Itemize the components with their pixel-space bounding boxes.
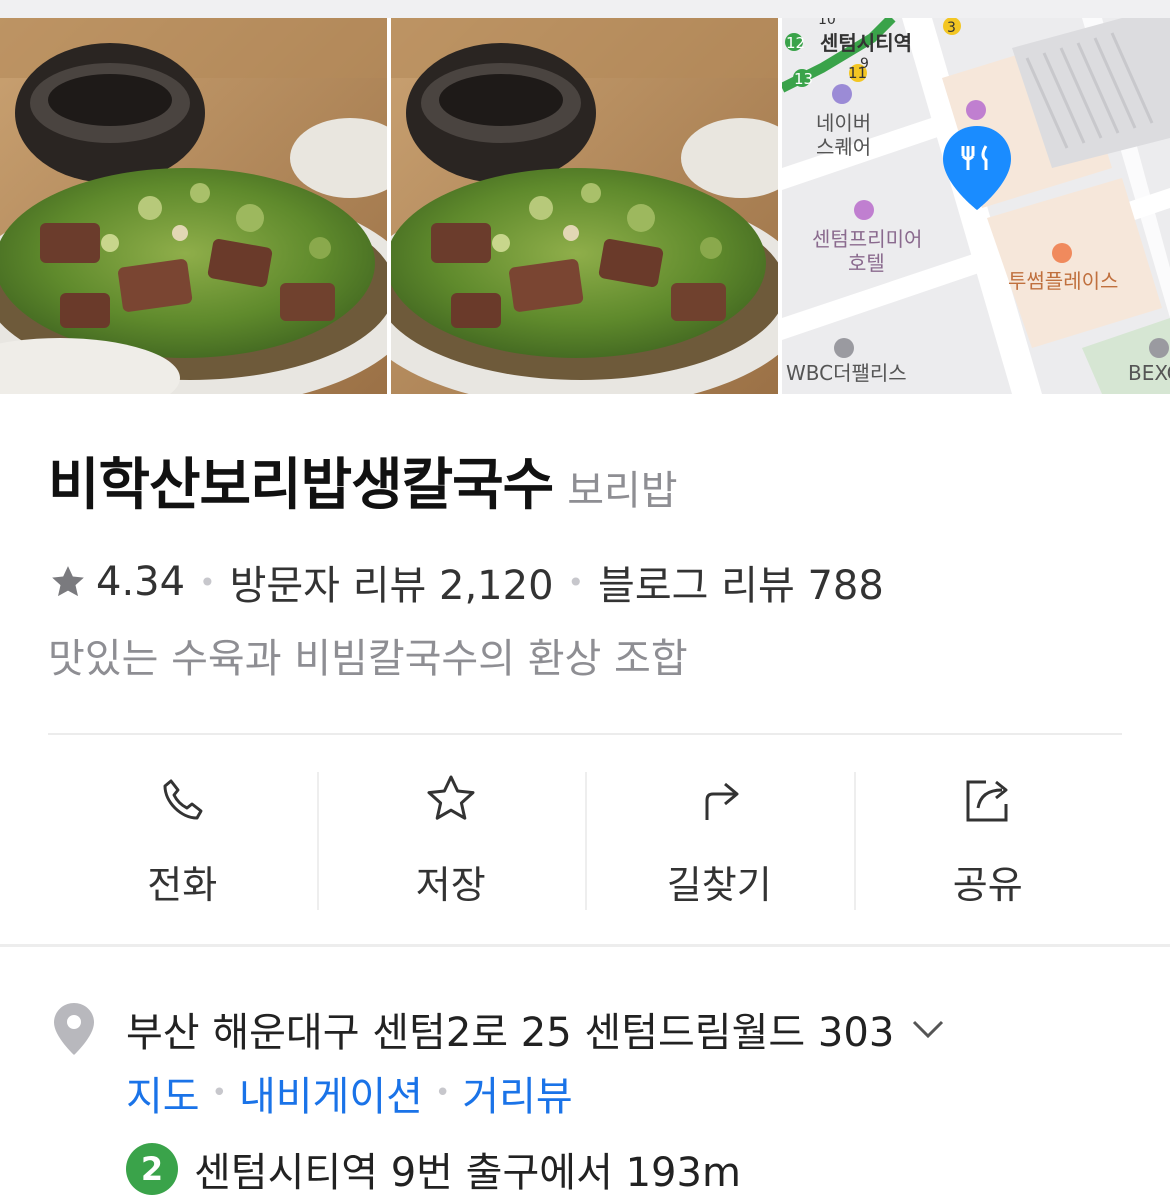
map-label-bexco: BEXC xyxy=(1128,361,1170,385)
save-button[interactable]: 저장 xyxy=(316,772,586,910)
save-label: 저장 xyxy=(415,863,486,907)
separator-dot: • xyxy=(567,565,585,599)
share-button[interactable]: 공유 xyxy=(853,772,1123,910)
subway-info: 2 센텀시티역 9번 출구에서 193m xyxy=(126,1140,741,1198)
share-icon xyxy=(966,780,1008,822)
navigation-link[interactable]: 내비게이션 xyxy=(239,1064,423,1122)
map-label-twosome: 투썸플레이스 xyxy=(1008,269,1118,293)
rating-value: 4.34 xyxy=(96,559,186,605)
phone-icon xyxy=(163,779,203,820)
directions-button[interactable]: 길찾기 xyxy=(585,772,854,910)
food-photo-1[interactable] xyxy=(0,18,387,394)
title-row: 비학산보리밥생칼국수 보리밥 xyxy=(48,440,678,521)
map-label-hotel-line2: 호텔 xyxy=(848,251,885,275)
separator-dot: • xyxy=(211,1078,227,1108)
map-exit-13: 13 xyxy=(794,70,813,88)
action-bar: 전화 저장 길찾기 공유 xyxy=(48,772,1122,910)
food-photo-image xyxy=(0,18,387,394)
separator-dot: • xyxy=(199,565,216,599)
address-links: 지도 • 내비게이션 • 거리뷰 xyxy=(126,1064,573,1122)
address-text: 부산 해운대구 센텀2로 25 센텀드림월드 303 xyxy=(126,1010,895,1056)
food-photo-image xyxy=(391,18,778,394)
map-link[interactable]: 지도 xyxy=(126,1064,200,1122)
map-thumbnail[interactable]: 센텀시티역 네이버 스퀘어 센텀프리미어 호텔 투썸플레이스 WBC더팰리스 B… xyxy=(782,18,1170,394)
map-label-naver: 네이버 스퀘어 xyxy=(816,111,878,159)
top-strip xyxy=(0,0,1170,18)
map-exit-9: 9 xyxy=(860,56,869,72)
divider xyxy=(48,733,1122,735)
map-label-naver-line1: 네이버 xyxy=(816,111,871,135)
map-label-naver-line2: 스퀘어 xyxy=(816,135,871,159)
map-exit-10: 10 xyxy=(818,18,836,28)
streetview-link[interactable]: 거리뷰 xyxy=(462,1064,572,1122)
directions-label: 길찾기 xyxy=(666,863,772,907)
map-label-hotel-line1: 센텀프리미어 xyxy=(812,227,922,251)
star-outline-icon xyxy=(427,775,475,820)
subway-line-badge: 2 xyxy=(126,1143,178,1195)
separator-dot: • xyxy=(434,1078,451,1108)
place-category: 보리밥 xyxy=(567,468,678,514)
address-row[interactable]: 부산 해운대구 센텀2로 25 센텀드림월드 303 xyxy=(52,1000,948,1058)
chevron-down-icon[interactable] xyxy=(908,1009,948,1049)
food-photo-2[interactable] xyxy=(391,18,778,394)
map-label-wbc: WBC더팰리스 xyxy=(786,361,907,385)
place-name: 비학산보리밥생칼국수 xyxy=(48,453,554,518)
map-exit-3: 3 xyxy=(947,20,956,36)
call-label: 전화 xyxy=(147,863,218,907)
blog-review-link[interactable]: 블로그 리뷰 788 xyxy=(598,553,884,611)
map-label-station: 센텀시티역 xyxy=(820,31,912,55)
visitor-review-link[interactable]: 방문자 리뷰 2,120 xyxy=(230,553,554,611)
map-image: 센텀시티역 네이버 스퀘어 센텀프리미어 호텔 투썸플레이스 WBC더팰리스 B… xyxy=(782,18,1170,394)
map-exit-12: 12 xyxy=(786,34,805,52)
share-label: 공유 xyxy=(952,863,1023,907)
directions-icon xyxy=(705,782,739,820)
star-icon xyxy=(52,566,84,597)
rating-review-row: 4.34 • 방문자 리뷰 2,120 • 블로그 리뷰 788 xyxy=(48,553,884,611)
location-pin-icon xyxy=(54,1003,94,1055)
subway-text: 센텀시티역 9번 출구에서 193m xyxy=(194,1150,741,1196)
section-divider xyxy=(0,944,1170,947)
photo-gallery[interactable]: 센텀시티역 네이버 스퀘어 센텀프리미어 호텔 투썸플레이스 WBC더팰리스 B… xyxy=(0,18,1170,394)
place-description: 맛있는 수육과 비빔칼국수의 환상 조합 xyxy=(48,636,688,682)
call-button[interactable]: 전화 xyxy=(48,772,317,910)
